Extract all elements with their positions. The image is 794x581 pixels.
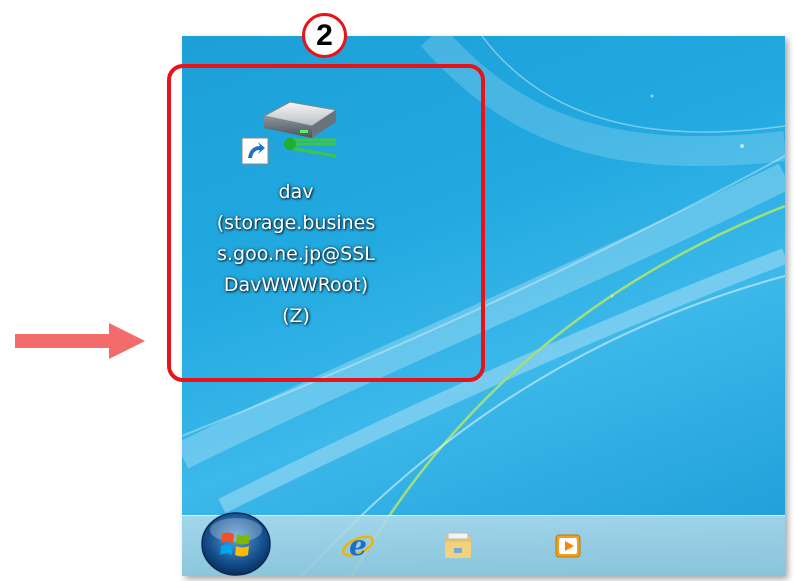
windows-start-orb-icon[interactable]: [198, 510, 274, 576]
svg-text:e: e: [349, 529, 367, 562]
file-explorer-icon[interactable]: [440, 528, 476, 564]
step-number-badge: 2: [302, 13, 347, 58]
media-player-icon[interactable]: [550, 528, 586, 564]
highlight-box: [167, 64, 485, 382]
pointer-arrow-icon: [15, 323, 145, 359]
taskbar: e: [182, 512, 785, 576]
internet-explorer-icon[interactable]: e: [340, 528, 376, 564]
